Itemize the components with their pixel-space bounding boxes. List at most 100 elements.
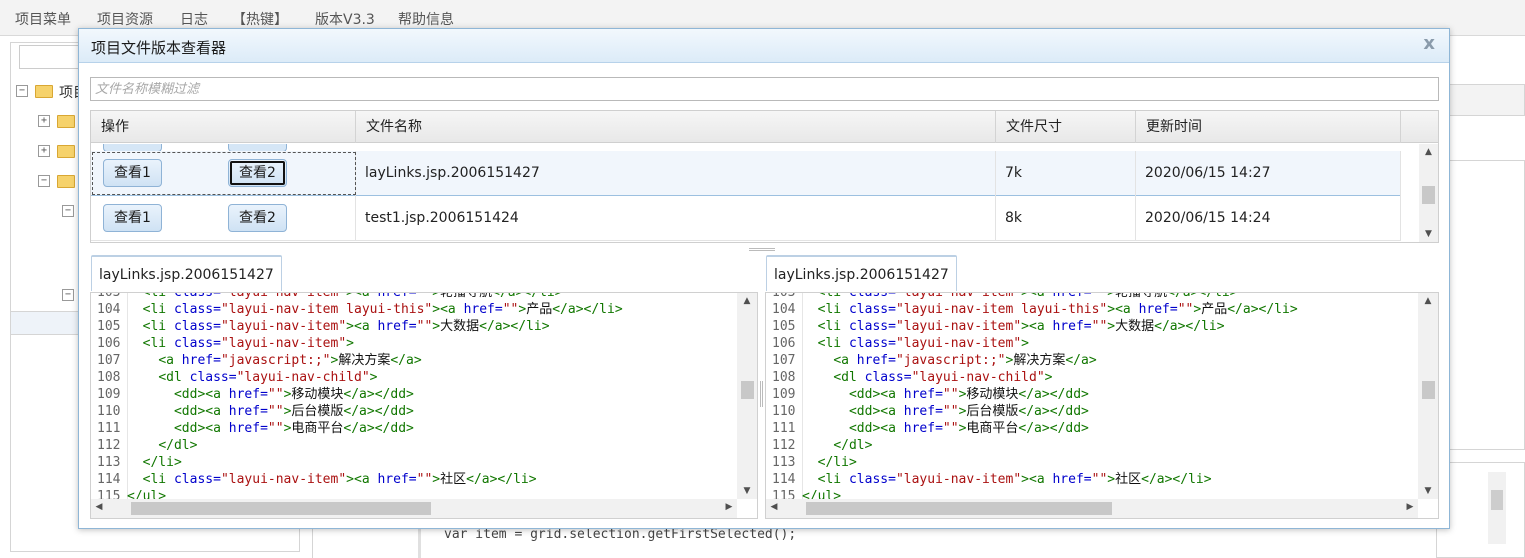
right-code-editor[interactable]: 103 <li class="layui-nav-item"><a href="… bbox=[765, 292, 1439, 519]
filename-cell: test1.jsp.2006151424 bbox=[356, 196, 996, 241]
scroll-down-icon[interactable]: ▼ bbox=[1418, 483, 1438, 499]
view1-button[interactable]: 查看1 bbox=[103, 159, 162, 187]
line-number: 104 bbox=[97, 302, 121, 317]
row-actions-cell: 查看1 查看2 bbox=[91, 196, 356, 241]
scroll-left-icon[interactable]: ◀ bbox=[91, 499, 107, 518]
code-line: 108 <dl class="layui-nav-child"> bbox=[91, 369, 377, 386]
left-horizontal-scrollbar[interactable]: ◀ ▶ bbox=[91, 499, 737, 518]
scroll-thumb[interactable] bbox=[131, 502, 431, 515]
code-line: 113 </li> bbox=[91, 454, 182, 471]
file-version-grid: 操作 文件名称 文件尺寸 更新时间 查看1 查看2 layLinks.jsp.2… bbox=[90, 110, 1439, 243]
code-line: 103 <li class="layui-nav-item"><a href="… bbox=[91, 293, 563, 301]
menu-log[interactable]: 日志 bbox=[180, 9, 208, 29]
code-text: <dl class="layui-nav-child"> bbox=[833, 370, 1053, 385]
scroll-thumb[interactable] bbox=[806, 502, 1112, 515]
collapse-icon[interactable]: − bbox=[16, 85, 28, 97]
collapse-icon[interactable]: − bbox=[38, 175, 50, 187]
grid-vertical-scrollbar[interactable]: ▲ ▼ bbox=[1419, 144, 1438, 242]
line-number: 108 bbox=[772, 370, 796, 385]
right-horizontal-scrollbar[interactable]: ◀ ▶ bbox=[766, 499, 1418, 518]
menu-hotkeys[interactable]: 【热键】 bbox=[232, 9, 288, 29]
column-header-filename[interactable]: 文件名称 bbox=[356, 111, 996, 143]
code-text: <dd><a href="">移动模块</a></dd> bbox=[848, 387, 1089, 402]
column-header-size[interactable]: 文件尺寸 bbox=[996, 111, 1136, 143]
line-number: 107 bbox=[97, 353, 121, 368]
filename-filter-input[interactable] bbox=[90, 77, 1439, 101]
code-line: 111 <dd><a href="">电商平台</a></dd> bbox=[766, 420, 1089, 437]
scroll-thumb[interactable] bbox=[1422, 186, 1435, 204]
code-text: <dd><a href="">电商平台</a></dd> bbox=[173, 421, 414, 436]
scroll-right-icon[interactable]: ▶ bbox=[1402, 499, 1418, 518]
grid-header: 操作 文件名称 文件尺寸 更新时间 bbox=[91, 111, 1438, 143]
view1-button[interactable]: 查看1 bbox=[103, 204, 162, 232]
code-line: 104 <li class="layui-nav-item layui-this… bbox=[91, 301, 623, 318]
line-number: 110 bbox=[97, 404, 121, 419]
code-text: <a href="javascript:;">解决方案</a> bbox=[158, 353, 422, 368]
filename-cell: layLinks.jsp.2006151427 bbox=[356, 151, 996, 196]
expand-icon[interactable]: + bbox=[38, 145, 50, 157]
grid-body: 查看1 查看2 layLinks.jsp.2006151427 7k 2020/… bbox=[91, 144, 1401, 242]
code-line: 111 <dd><a href="">电商平台</a></dd> bbox=[91, 420, 414, 437]
menu-resources[interactable]: 项目资源 bbox=[97, 9, 153, 29]
view2-button[interactable]: 查看2 bbox=[228, 204, 287, 232]
scroll-up-icon[interactable]: ▲ bbox=[1419, 144, 1438, 160]
menu-project[interactable]: 项目菜单 bbox=[15, 9, 71, 29]
code-line: 112 </dl> bbox=[91, 437, 197, 454]
editor-scrollbar[interactable] bbox=[1488, 472, 1506, 544]
code-line: 106 <li class="layui-nav-item"> bbox=[766, 335, 1029, 352]
scroll-thumb[interactable] bbox=[741, 381, 754, 399]
code-line: 114 <li class="layui-nav-item"><a href="… bbox=[91, 471, 537, 488]
right-pane-tab[interactable]: layLinks.jsp.2006151427 bbox=[766, 255, 957, 291]
code-line: 109 <dd><a href="">移动模块</a></dd> bbox=[766, 386, 1089, 403]
code-text: <dd><a href="">后台模版</a></dd> bbox=[848, 404, 1089, 419]
collapse-icon[interactable]: − bbox=[62, 205, 74, 217]
code-line: 109 <dd><a href="">移动模块</a></dd> bbox=[91, 386, 414, 403]
column-header-actions[interactable]: 操作 bbox=[91, 111, 356, 143]
code-line: 108 <dl class="layui-nav-child"> bbox=[766, 369, 1052, 386]
line-number: 104 bbox=[772, 302, 796, 317]
left-code-editor[interactable]: 103 <li class="layui-nav-item"><a href="… bbox=[90, 292, 758, 519]
scroll-thumb[interactable] bbox=[1422, 381, 1435, 399]
left-pane-tab[interactable]: layLinks.jsp.2006151427 bbox=[91, 255, 282, 291]
line-number: 111 bbox=[97, 421, 121, 436]
expand-icon[interactable]: + bbox=[38, 115, 50, 127]
column-header-updated[interactable]: 更新时间 bbox=[1136, 111, 1401, 143]
scroll-left-icon[interactable]: ◀ bbox=[766, 499, 782, 518]
table-row[interactable]: 查看1 查看2 test1.jsp.2006151424 8k 2020/06/… bbox=[91, 196, 1401, 241]
line-number: 112 bbox=[97, 438, 121, 453]
updated-cell: 2020/06/15 14:27 bbox=[1136, 151, 1401, 196]
right-vertical-scrollbar[interactable]: ▲ ▼ bbox=[1418, 293, 1438, 499]
line-number: 105 bbox=[772, 319, 796, 334]
menu-help[interactable]: 帮助信息 bbox=[398, 9, 454, 29]
code-text: <li class="layui-nav-item"><a href="">社区… bbox=[817, 472, 1212, 487]
close-icon[interactable]: x bbox=[1423, 33, 1435, 54]
code-line: 113 </li> bbox=[766, 454, 857, 471]
collapse-icon[interactable]: − bbox=[62, 289, 74, 301]
dialog-header[interactable]: 项目文件版本查看器 x bbox=[79, 29, 1449, 63]
scroll-thumb[interactable] bbox=[1491, 490, 1503, 510]
code-line: 114 <li class="layui-nav-item"><a href="… bbox=[766, 471, 1212, 488]
menu-version[interactable]: 版本V3.3 bbox=[315, 9, 375, 29]
scroll-right-icon[interactable]: ▶ bbox=[721, 499, 737, 518]
scroll-up-icon[interactable]: ▲ bbox=[1418, 293, 1438, 309]
line-number: 113 bbox=[772, 455, 796, 470]
row-actions-cell: 查看1 查看2 bbox=[91, 151, 356, 196]
code-text: <li class="layui-nav-item layui-this"><a… bbox=[817, 302, 1298, 317]
size-cell: 7k bbox=[996, 151, 1136, 196]
line-number: 114 bbox=[772, 472, 796, 487]
table-row[interactable]: 查看1 查看2 layLinks.jsp.2006151427 7k 2020/… bbox=[91, 151, 1401, 196]
scroll-down-icon[interactable]: ▼ bbox=[1419, 226, 1438, 242]
folder-icon bbox=[57, 145, 75, 158]
code-text: <li class="layui-nav-item"><a href="">轮播… bbox=[817, 292, 1238, 300]
background-code-line: var item = grid.selection.getFirstSelect… bbox=[444, 527, 797, 542]
view2-button[interactable]: 查看2 bbox=[228, 159, 287, 187]
code-text: <dd><a href="">移动模块</a></dd> bbox=[173, 387, 414, 402]
line-number: 108 bbox=[97, 370, 121, 385]
left-code-pane: layLinks.jsp.2006151427 103 <li class="l… bbox=[79, 253, 759, 519]
code-line: 103 <li class="layui-nav-item"><a href="… bbox=[766, 292, 1238, 301]
code-text: </dl> bbox=[158, 438, 198, 453]
horizontal-splitter-handle[interactable] bbox=[749, 248, 775, 251]
code-line: 107 <a href="javascript:;">解决方案</a> bbox=[91, 352, 422, 369]
code-text: <dd><a href="">电商平台</a></dd> bbox=[848, 421, 1089, 436]
code-line: 110 <dd><a href="">后台模版</a></dd> bbox=[766, 403, 1089, 420]
